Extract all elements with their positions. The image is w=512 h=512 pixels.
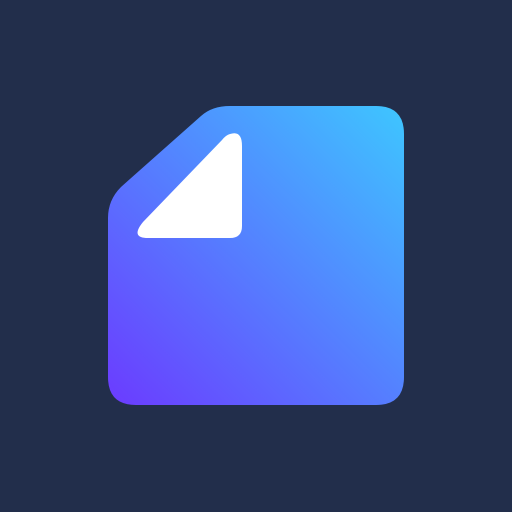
document-icon [108,106,404,405]
icon-canvas [0,0,512,512]
document-body [108,106,404,405]
